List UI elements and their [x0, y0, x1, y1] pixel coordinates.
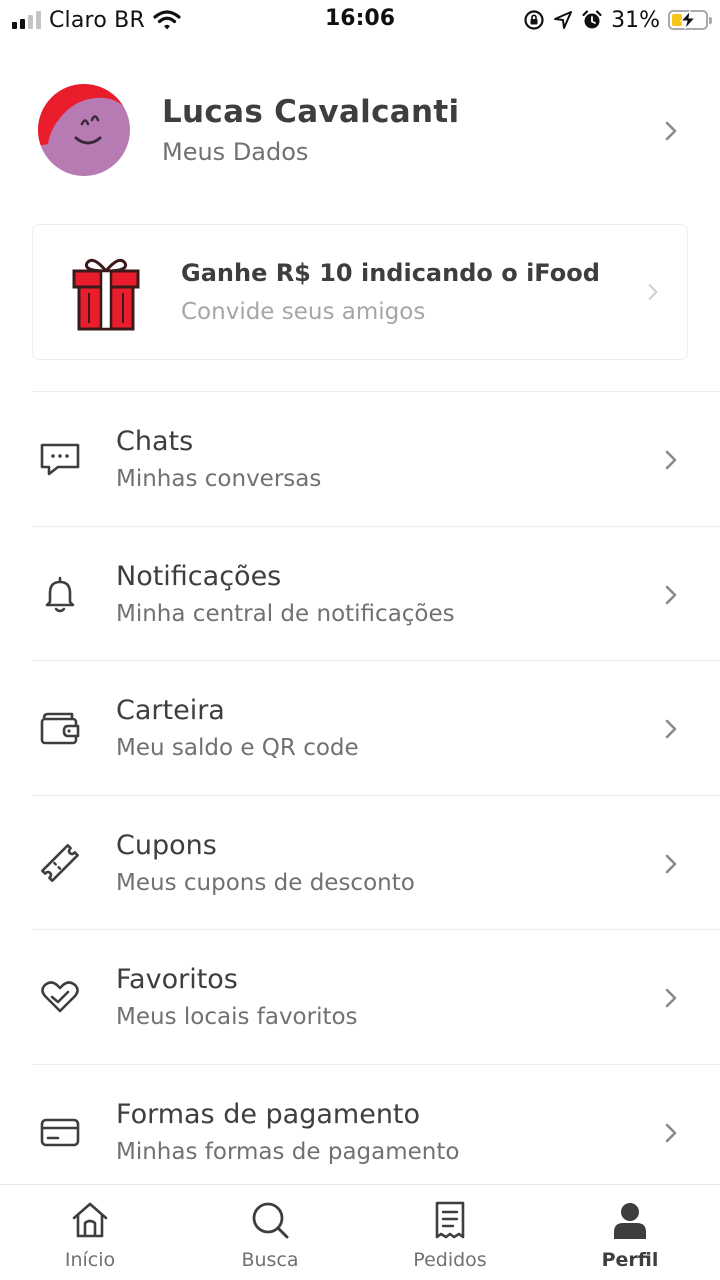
chevron-right-icon: [665, 719, 677, 739]
status-bar: Claro BR 16:06 31%: [0, 0, 720, 40]
menu-item-payment-methods[interactable]: Formas de pagamento Minhas formas de pag…: [0, 1065, 720, 1200]
profile-icon: [614, 1203, 646, 1239]
tab-bar: Início Busca Pedidos Perfil: [0, 1184, 720, 1280]
chevron-right-icon: [665, 988, 677, 1008]
menu-item-subtitle: Meus cupons de desconto: [116, 869, 415, 896]
menu-item-title: Chats: [116, 426, 194, 457]
ticket-icon: [41, 843, 79, 882]
tab-home[interactable]: Início: [0, 1185, 180, 1280]
menu-item-title: Cupons: [116, 829, 217, 861]
menu-item-favorites[interactable]: Favoritos Meus locais favoritos: [0, 930, 720, 1065]
tab-label: Pedidos: [413, 1249, 487, 1271]
tab-label: Perfil: [601, 1249, 659, 1271]
tab-search[interactable]: Busca: [180, 1185, 360, 1280]
menu-item-title: Formas de pagamento: [116, 1098, 421, 1130]
avatar: [38, 84, 130, 176]
bell-icon: [45, 576, 75, 612]
invite-subtitle: Convide seus amigos: [181, 299, 426, 325]
menu-item-wallet[interactable]: Carteira Meu saldo e QR code: [0, 661, 720, 796]
menu-item-subtitle: Minhas formas de pagamento: [116, 1138, 460, 1165]
menu-item-subtitle: Meus locais favoritos: [116, 1004, 358, 1030]
menu-item-subtitle: Minha central de notificações: [116, 600, 455, 627]
menu-item-notifications[interactable]: Notificações Minha central de notificaçõ…: [0, 527, 720, 661]
chevron-right-icon: [665, 585, 677, 604]
invite-title: Ganhe R$ 10 indicando o iFood: [181, 259, 600, 287]
chevron-right-icon: [648, 284, 658, 300]
tab-label: Busca: [241, 1249, 299, 1271]
menu-item-subtitle: Minhas conversas: [116, 466, 322, 492]
menu-item-coupons[interactable]: Cupons Meus cupons de desconto: [0, 796, 720, 930]
chevron-right-icon: [665, 1123, 677, 1142]
location-icon: [554, 11, 573, 29]
chevron-right-icon: [665, 450, 677, 470]
alarm-icon: [582, 10, 602, 29]
home-icon: [72, 1202, 108, 1238]
tab-orders[interactable]: Pedidos: [360, 1185, 540, 1280]
chevron-right-icon: [665, 854, 677, 873]
menu-item-title: Carteira: [116, 695, 225, 726]
search-icon: [252, 1202, 289, 1239]
tab-label: Início: [64, 1249, 116, 1271]
menu-item-title: Favoritos: [116, 964, 238, 995]
profile-header[interactable]: Lucas Cavalcanti Meus Dados: [0, 70, 720, 190]
chevron-right-icon: [665, 121, 677, 141]
wallet-icon: [40, 712, 80, 745]
gift-icon: [72, 258, 140, 331]
heart-icon: [41, 981, 79, 1013]
battery-icon: [668, 10, 712, 30]
invite-friends-card[interactable]: Ganhe R$ 10 indicando o iFood Convide se…: [32, 224, 688, 360]
profile-subtitle: Meus Dados: [162, 138, 309, 166]
chat-icon: [40, 443, 80, 476]
orders-icon: [435, 1201, 465, 1239]
profile-name: Lucas Cavalcanti: [162, 94, 460, 130]
profile-menu: Chats Minhas conversas Notificações Minh…: [0, 392, 720, 1199]
battery-percentage: 31%: [611, 7, 660, 33]
credit-card-icon: [40, 1118, 80, 1146]
menu-item-subtitle: Meu saldo e QR code: [116, 735, 359, 761]
menu-item-chats[interactable]: Chats Minhas conversas: [0, 392, 720, 527]
menu-item-title: Notificações: [116, 560, 282, 592]
tab-profile[interactable]: Perfil: [540, 1185, 720, 1280]
screen-lock-icon: [524, 10, 544, 30]
